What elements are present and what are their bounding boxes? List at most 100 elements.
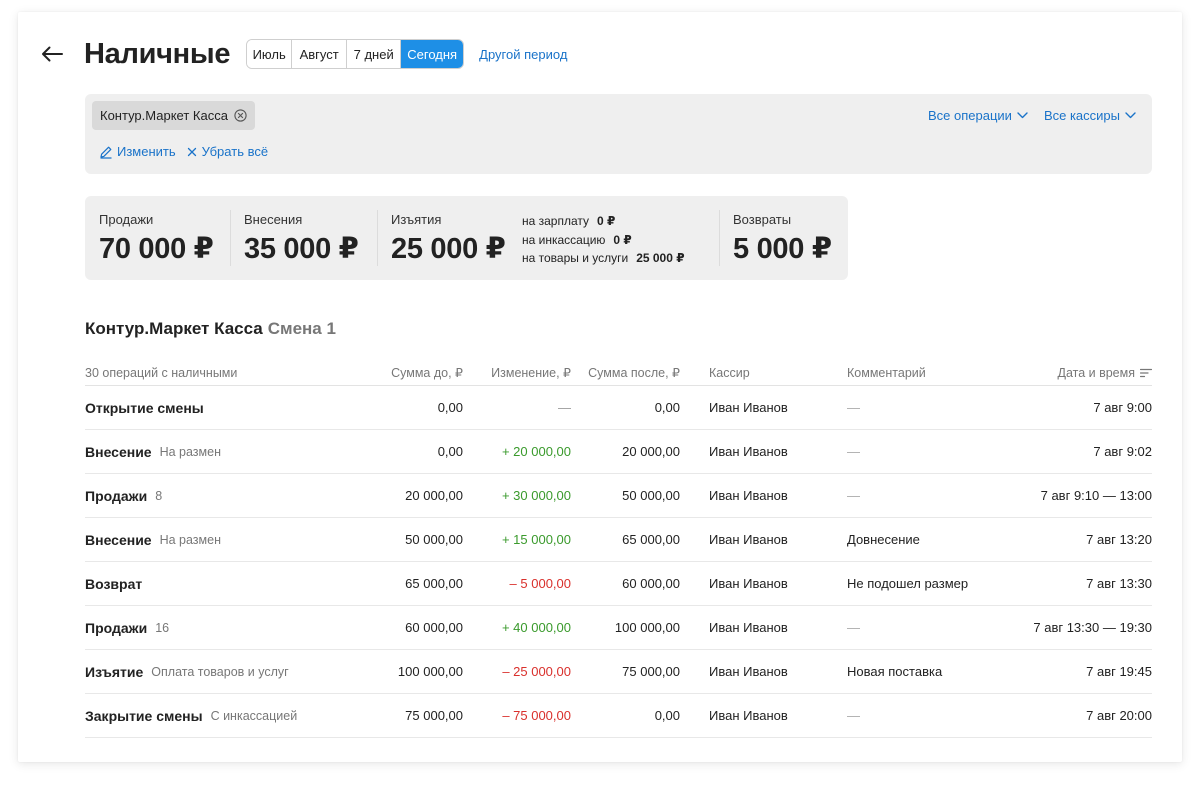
table-row[interactable]: Продажи 16 60 000,00 + 40 000,00 100 000,00 И… (85, 606, 1152, 650)
section-title-shift: Смена 1 (267, 319, 336, 338)
cell-change: – 5 000,00 (509, 576, 571, 591)
cell-sum-before: 100 000,00 (397, 664, 463, 679)
section-title: Контур.Маркет Касса Смена 1 (85, 319, 336, 339)
cell-date: 7 авг 13:30 (1086, 576, 1152, 591)
cell-cashier: Иван Иванов (709, 576, 788, 591)
withdrawals-breakdown: на зарплату 0 ₽ на инкассацию 0 ₽ на товар… (522, 212, 685, 268)
operation-name: Внесение (85, 443, 152, 460)
cell-date: 7 авг 9:00 (1093, 400, 1152, 415)
breakdown-row: на зарплату 0 ₽ (522, 212, 685, 231)
cell-sum-before: 60 000,00 (405, 620, 463, 635)
cell-comment: Довнесение (847, 532, 920, 547)
cell-sum-after: 75 000,00 (622, 664, 680, 679)
column-cashier: Кассир (709, 365, 750, 380)
operation-name: Внесение (85, 531, 152, 548)
column-date-sort-button[interactable]: Дата и время (1057, 356, 1152, 385)
cell-date: 7 авг 9:02 (1093, 444, 1152, 459)
breakdown-value: 25 000 ₽ (636, 251, 685, 265)
operation-name: Возврат (85, 575, 143, 592)
breakdown-row: на товары и услуги 25 000 ₽ (522, 249, 685, 268)
cell-cashier: Иван Иванов (709, 532, 788, 547)
table-row[interactable]: Возврат 65 000,00 – 5 000,00 60 000,00 Иван … (85, 562, 1152, 606)
cashiers-dropdown[interactable]: Все кассиры (1044, 108, 1136, 123)
operation-detail: 16 (155, 620, 170, 635)
edit-filters-label: Изменить (117, 144, 176, 159)
operation-name: Открытие смены (85, 399, 204, 416)
stat-divider (377, 210, 378, 266)
stat-divider (230, 210, 231, 266)
cell-comment: — (847, 620, 860, 635)
cell-operation: Внесение На размен (85, 430, 221, 473)
breakdown-label: на инкассацию (522, 232, 606, 247)
stat-deposits: Внесения 35 000 ₽ (244, 212, 359, 266)
other-period-link[interactable]: Другой период (479, 47, 567, 62)
operation-name: Продажи (85, 619, 148, 636)
cell-date: 7 авг 9:10 — 13:00 (1040, 488, 1152, 503)
cell-change: — (558, 400, 571, 415)
cell-sum-before: 75 000,00 (405, 708, 463, 723)
operation-detail: 8 (155, 488, 163, 503)
chip-remove-button[interactable] (234, 109, 247, 122)
stat-withdrawals-value: 25 000 ₽ (391, 233, 506, 265)
column-operations-count: 30 операций с наличными (85, 365, 238, 380)
cell-sum-after: 0,00 (654, 400, 680, 415)
filter-chip-cash-register: Контур.Маркет Касса (92, 101, 255, 130)
operations-dropdown[interactable]: Все операции (928, 108, 1028, 123)
cell-cashier: Иван Иванов (709, 664, 788, 679)
cell-cashier: Иван Иванов (709, 708, 788, 723)
column-sum-before: Сумма до, ₽ (391, 366, 463, 380)
table-row[interactable]: Внесение На размен 0,00 + 20 000,00 20 000,0… (85, 430, 1152, 474)
cell-sum-after: 60 000,00 (622, 576, 680, 591)
cell-comment: Новая поставка (847, 664, 943, 679)
operation-detail: На размен (159, 532, 221, 547)
cell-operation: Открытие смены (85, 386, 204, 429)
cell-sum-before: 0,00 (437, 400, 463, 415)
period-7-days[interactable]: 7 дней (347, 40, 402, 68)
period-today[interactable]: Сегодня (401, 40, 464, 68)
breakdown-row: на инкассацию 0 ₽ (522, 231, 685, 250)
operation-name: Продажи (85, 487, 148, 504)
table-body: Открытие смены 0,00 — 0,00 Иван Иванов — 7 авг… (85, 386, 1152, 738)
cell-cashier: Иван Иванов (709, 444, 788, 459)
stat-returns-value: 5 000 ₽ (733, 233, 832, 265)
summary-panel: Продажи 70 000 ₽ Внесения 35 000 ₽ Изъят… (85, 196, 848, 280)
clear-filters-button[interactable]: Убрать всё (186, 144, 268, 159)
cell-sum-before: 20 000,00 (405, 488, 463, 503)
operation-detail: На размен (159, 444, 221, 459)
filter-actions: Изменить Убрать всё (99, 144, 278, 159)
cell-operation: Внесение На размен (85, 518, 221, 561)
content-card: Наличные Июль Август 7 дней Сегодня Друг… (18, 12, 1182, 762)
cell-operation: Закрытие смены С инкассацией (85, 694, 297, 737)
cell-operation: Продажи 8 (85, 474, 162, 517)
chevron-down-icon (1125, 112, 1136, 119)
table-row[interactable]: Внесение На размен 50 000,00 + 15 000,00 65 … (85, 518, 1152, 562)
cell-sum-after: 100 000,00 (614, 620, 680, 635)
cell-cashier: Иван Иванов (709, 488, 788, 503)
table-row[interactable]: Открытие смены 0,00 — 0,00 Иван Иванов — 7 авг… (85, 386, 1152, 430)
period-july[interactable]: Июль (247, 40, 293, 68)
cell-comment: — (847, 708, 860, 723)
table-row[interactable]: Изъятие Оплата товаров и услуг 100 000,00 –… (85, 650, 1152, 694)
breakdown-label: на товары и услуги (522, 251, 629, 265)
breakdown-value: 0 ₽ (597, 214, 616, 228)
cell-comment: — (847, 444, 860, 459)
back-button[interactable] (40, 42, 64, 66)
cell-operation: Изъятие Оплата товаров и услуг (85, 650, 289, 693)
stat-sales: Продажи 70 000 ₽ (99, 212, 214, 266)
edit-filters-button[interactable]: Изменить (99, 144, 176, 159)
period-august[interactable]: Август (292, 40, 348, 68)
operation-name: Закрытие смены (85, 707, 203, 724)
column-change: Изменение, ₽ (491, 366, 571, 380)
stat-deposits-value: 35 000 ₽ (244, 233, 359, 265)
cell-sum-before: 65 000,00 (405, 576, 463, 591)
cell-sum-before: 0,00 (437, 444, 463, 459)
cell-cashier: Иван Иванов (709, 400, 788, 415)
cell-operation: Продажи 16 (85, 606, 169, 649)
operation-detail: Оплата товаров и услуг (151, 664, 289, 679)
table-row[interactable]: Продажи 8 20 000,00 + 30 000,00 50 000,00 Ива… (85, 474, 1152, 518)
cell-sum-after: 20 000,00 (622, 444, 680, 459)
column-date-label: Дата и время (1057, 365, 1135, 380)
table-row[interactable]: Закрытие смены С инкассацией 75 000,00 – 75… (85, 694, 1152, 738)
operation-detail: С инкассацией (210, 708, 298, 723)
cell-sum-after: 65 000,00 (622, 532, 680, 547)
